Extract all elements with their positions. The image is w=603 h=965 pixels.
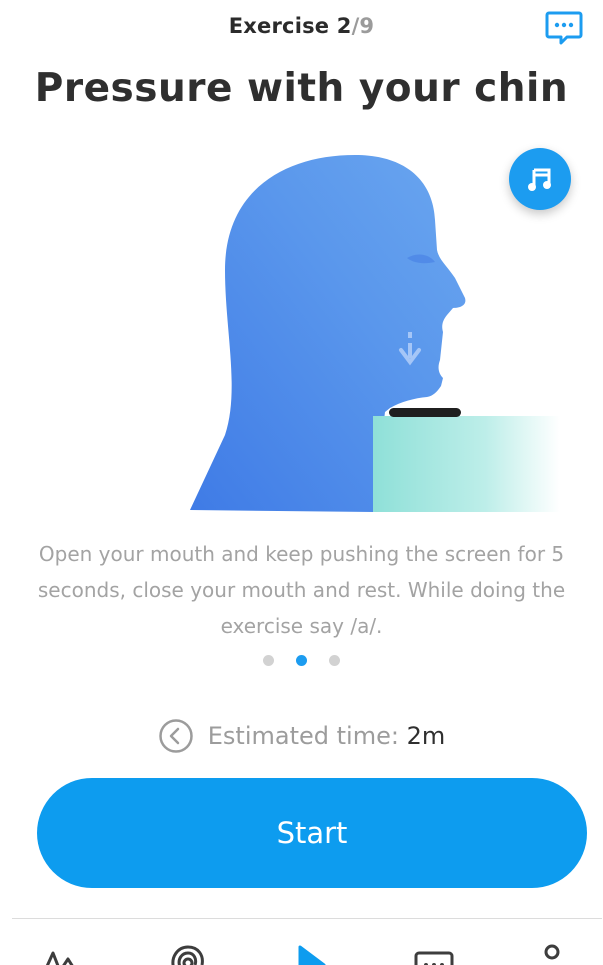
exercise-illustration: [190, 155, 560, 512]
nav-hearing[interactable]: [164, 941, 208, 965]
bottom-navigation: [12, 918, 602, 965]
counter-label: Exercise: [228, 14, 330, 38]
estimated-time-label: Estimated time:: [207, 722, 399, 750]
estimated-time: Estimated time: 2m: [0, 718, 603, 754]
music-note-icon: [528, 168, 551, 191]
hearing-icon: [171, 945, 204, 965]
exercise-counter: Exercise 2/9: [0, 14, 603, 42]
pagination-dot-1[interactable]: [263, 655, 274, 666]
start-button[interactable]: Start: [37, 778, 587, 888]
exercise-description: Open your mouth and keep pushing the scr…: [37, 542, 566, 638]
chat-icon: [545, 11, 583, 45]
estimated-time-value: 2m: [406, 722, 446, 750]
play-icon: [298, 945, 326, 965]
clock-back-icon: [159, 719, 193, 753]
nav-exercises[interactable]: [288, 941, 332, 965]
screen-surface: [373, 416, 560, 512]
exercise-title: Pressure with your chin: [34, 66, 569, 111]
music-button[interactable]: [509, 148, 571, 210]
activity-icon: [45, 951, 74, 965]
profile-icon: [544, 944, 560, 960]
chat-icon: [414, 951, 454, 965]
feedback-button[interactable]: [545, 10, 583, 46]
nav-profile[interactable]: [530, 941, 574, 965]
nav-messages[interactable]: [412, 941, 456, 965]
phone-bar: [389, 408, 461, 417]
counter-current: 2: [336, 14, 352, 38]
pagination-dot-2[interactable]: [296, 655, 307, 666]
counter-total: /9: [351, 14, 375, 38]
exercise-screen: Exercise 2/9 Pressure with your chin Ope…: [0, 0, 603, 965]
nav-activity[interactable]: [40, 941, 84, 965]
pagination-dot-3[interactable]: [329, 655, 340, 666]
pagination-dots: [0, 655, 603, 666]
